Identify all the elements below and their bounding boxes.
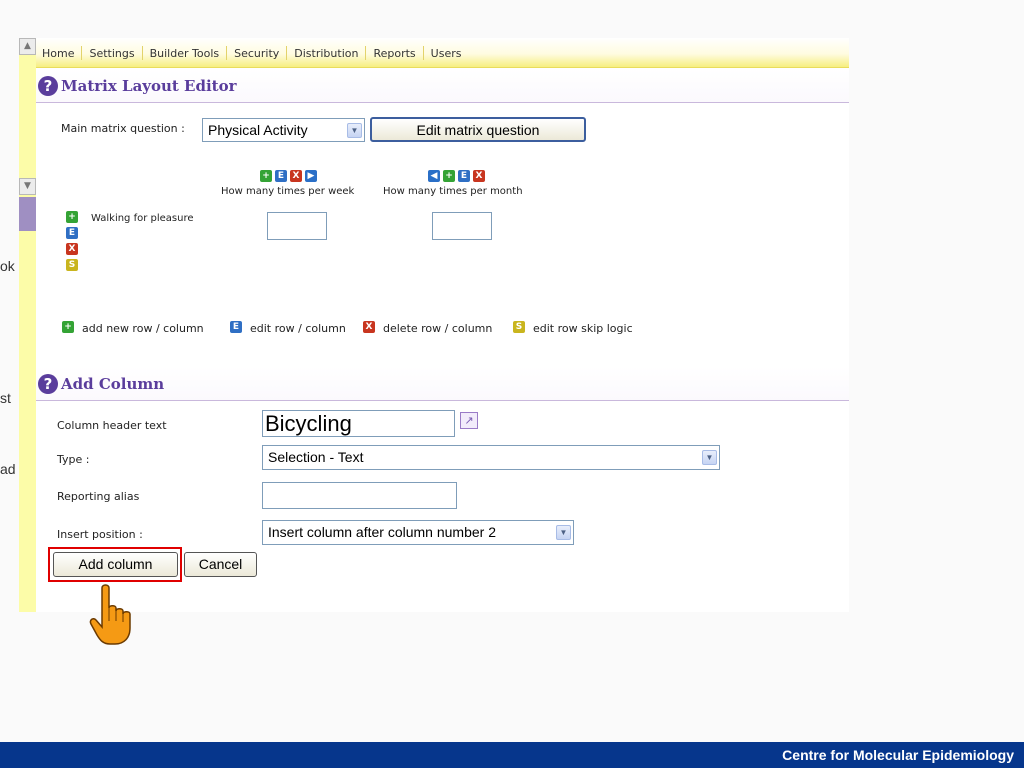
nav-security[interactable]: Security xyxy=(227,47,286,60)
delete-icon: X xyxy=(363,321,375,333)
nav-distribution[interactable]: Distribution xyxy=(287,47,365,60)
chevron-down-icon: ▼ xyxy=(556,525,571,540)
cancel-button[interactable]: Cancel xyxy=(184,552,257,577)
type-select[interactable]: Selection - Text ▼ xyxy=(262,445,720,470)
skip-logic-icon: S xyxy=(513,321,525,333)
reporting-alias-input[interactable] xyxy=(262,482,457,509)
column-header-1: How many times per week xyxy=(221,186,355,197)
scroll-thumb[interactable] xyxy=(19,197,36,231)
move-left-icon[interactable]: ◀ xyxy=(428,170,440,182)
main-panel: ? Matrix Layout Editor Main matrix quest… xyxy=(36,68,849,645)
footer-bar: Centre for Molecular Epidemiology xyxy=(0,742,1024,768)
edit-icon[interactable]: E xyxy=(66,227,78,239)
background-text-fragment: ad xyxy=(0,461,16,477)
add-column-button[interactable]: Add column xyxy=(53,552,178,577)
legend-add: add new row / column xyxy=(82,322,204,335)
legend-delete: delete row / column xyxy=(383,322,493,335)
edit-matrix-question-button[interactable]: Edit matrix question xyxy=(370,117,586,142)
background-text-fragment: st xyxy=(0,390,11,406)
nav-settings[interactable]: Settings xyxy=(82,47,141,60)
add-icon[interactable]: + xyxy=(443,170,455,182)
add-icon[interactable]: + xyxy=(66,211,78,223)
help-icon[interactable]: ? xyxy=(38,76,58,96)
column-header-2: How many times per month xyxy=(383,186,523,197)
add-icon: + xyxy=(62,321,74,333)
reporting-alias-label: Reporting alias xyxy=(57,490,140,503)
matrix-editor-header: ? Matrix Layout Editor xyxy=(36,69,849,103)
skip-logic-icon[interactable]: S xyxy=(66,259,78,271)
nav-home[interactable]: Home xyxy=(42,47,81,60)
main-question-value: Physical Activity xyxy=(208,122,308,138)
nav-reports[interactable]: Reports xyxy=(366,47,422,60)
hand-cursor-icon xyxy=(89,584,131,645)
help-icon[interactable]: ? xyxy=(38,374,58,394)
legend-edit: edit row / column xyxy=(250,322,346,335)
background-text-fragment: ok xyxy=(0,258,15,274)
type-label: Type : xyxy=(57,453,90,466)
scroll-up-button[interactable]: ▲ xyxy=(19,38,36,55)
insert-position-select[interactable]: Insert column after column number 2 ▼ xyxy=(262,520,574,545)
edit-icon: E xyxy=(230,321,242,333)
add-icon[interactable]: + xyxy=(260,170,272,182)
matrix-editor-title: Matrix Layout Editor xyxy=(61,77,237,95)
left-strip xyxy=(19,38,36,612)
delete-icon[interactable]: X xyxy=(290,170,302,182)
delete-icon[interactable]: X xyxy=(473,170,485,182)
row-label-1: Walking for pleasure xyxy=(91,213,194,224)
column-header-text-input[interactable]: Bicycling xyxy=(262,410,455,437)
footer-title: Centre for Molecular Epidemiology xyxy=(782,747,1014,763)
matrix-cell-1-2[interactable] xyxy=(432,212,492,240)
matrix-cell-1-1[interactable] xyxy=(267,212,327,240)
scroll-down-button[interactable]: ▼ xyxy=(19,178,36,195)
text-editor-icon[interactable]: ↗ xyxy=(460,412,478,429)
type-value: Selection - Text xyxy=(268,449,364,465)
top-nav-bar: Home Settings Builder Tools Security Dis… xyxy=(36,38,849,68)
nav-builder-tools[interactable]: Builder Tools xyxy=(143,47,227,60)
column-header-text-label: Column header text xyxy=(57,419,167,432)
main-question-select[interactable]: Physical Activity ▼ xyxy=(202,118,365,142)
chevron-down-icon: ▼ xyxy=(702,450,717,465)
edit-icon[interactable]: E xyxy=(275,170,287,182)
add-column-title: Add Column xyxy=(61,375,165,393)
move-right-icon[interactable]: ▶ xyxy=(305,170,317,182)
nav-users[interactable]: Users xyxy=(424,47,469,60)
main-question-label: Main matrix question : xyxy=(61,122,185,135)
chevron-down-icon: ▼ xyxy=(347,123,362,138)
add-column-header: ? Add Column xyxy=(36,367,849,401)
edit-icon[interactable]: E xyxy=(458,170,470,182)
legend-skip: edit row skip logic xyxy=(533,322,633,335)
insert-position-value: Insert column after column number 2 xyxy=(268,524,496,540)
column-header-text-value: Bicycling xyxy=(265,411,352,436)
delete-icon[interactable]: X xyxy=(66,243,78,255)
insert-position-label: Insert position : xyxy=(57,528,143,541)
